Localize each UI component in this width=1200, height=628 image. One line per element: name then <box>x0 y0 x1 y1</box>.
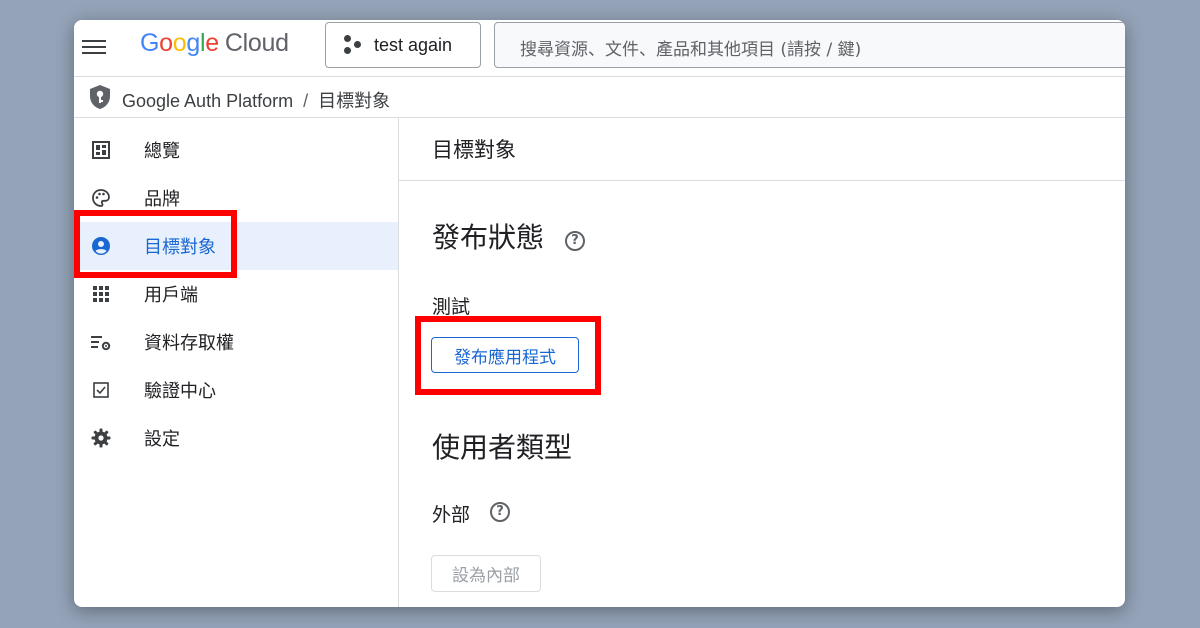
breadcrumb-current: 目標對象 <box>318 91 391 111</box>
auth-shield-icon <box>90 85 110 109</box>
breadcrumb-product-link[interactable]: Google Auth Platform <box>122 91 293 111</box>
project-picker-button[interactable]: test again <box>325 22 481 68</box>
google-cloud-logo[interactable]: Google Cloud <box>140 29 289 58</box>
sidebar-item-label: 設定 <box>144 429 180 450</box>
sidebar-item-data-access[interactable]: 資料存取權 <box>74 318 398 366</box>
palette-icon <box>90 187 112 209</box>
user-type-value: 外部 <box>432 504 471 526</box>
checkbox-icon <box>90 379 112 401</box>
sidebar-item-label: 總覽 <box>144 141 180 162</box>
sidebar-item-label: 品牌 <box>144 189 180 210</box>
publish-app-button[interactable]: 發布應用程式 <box>431 337 579 373</box>
sidebar-item-overview[interactable]: 總覽 <box>74 126 398 174</box>
sidebar: 總覽 品牌 目標對象 用戶端 資料存取權 驗證中心 設定 <box>74 117 399 607</box>
app-window: Google Cloud test again 搜尋資源、文件、產品和其他項目 (… <box>74 20 1125 607</box>
logo-letter: o <box>159 29 173 57</box>
apps-grid-icon <box>90 283 112 305</box>
breadcrumb-separator: / <box>303 91 309 111</box>
sidebar-item-label: 驗證中心 <box>144 381 216 402</box>
sidebar-item-label: 用戶端 <box>144 285 198 306</box>
logo-letter: G <box>140 29 160 57</box>
logo-letter: o <box>172 29 187 57</box>
account-circle-icon <box>90 235 112 257</box>
sidebar-item-settings[interactable]: 設定 <box>74 414 398 462</box>
sidebar-item-branding[interactable]: 品牌 <box>74 174 398 222</box>
logo-suffix: Cloud <box>224 29 289 57</box>
sidebar-item-label: 目標對象 <box>144 237 216 258</box>
dashboard-icon <box>90 139 112 161</box>
sidebar-item-label: 資料存取權 <box>144 333 234 354</box>
make-internal-button: 設為內部 <box>431 555 541 592</box>
publish-status-heading: 發布狀態 <box>432 221 545 254</box>
menu-icon[interactable] <box>82 36 106 56</box>
publish-status-value: 測試 <box>432 296 471 318</box>
sidebar-item-audience[interactable]: 目標對象 <box>74 222 398 270</box>
gear-icon <box>90 427 112 449</box>
page-header: 目標對象 <box>399 117 1125 181</box>
sidebar-item-clients[interactable]: 用戶端 <box>74 270 398 318</box>
page-title: 目標對象 <box>432 138 516 162</box>
project-name: test again <box>374 34 453 55</box>
user-type-heading: 使用者類型 <box>432 431 573 464</box>
help-icon[interactable]: ? <box>565 231 585 251</box>
logo-letter: e <box>205 29 219 57</box>
data-access-settings-icon <box>90 331 112 353</box>
search-input[interactable]: 搜尋資源、文件、產品和其他項目 (請按 / 鍵) <box>494 22 1125 68</box>
sidebar-item-verification-center[interactable]: 驗證中心 <box>74 366 398 414</box>
help-icon[interactable]: ? <box>490 502 510 522</box>
search-placeholder: 搜尋資源、文件、產品和其他項目 (請按 / 鍵) <box>520 40 862 60</box>
project-hub-icon <box>342 34 364 56</box>
logo-letter: g <box>186 29 200 57</box>
top-bar: Google Cloud test again 搜尋資源、文件、產品和其他項目 (… <box>74 20 1125 75</box>
breadcrumb: Google Auth Platform / 目標對象 <box>74 76 1125 118</box>
